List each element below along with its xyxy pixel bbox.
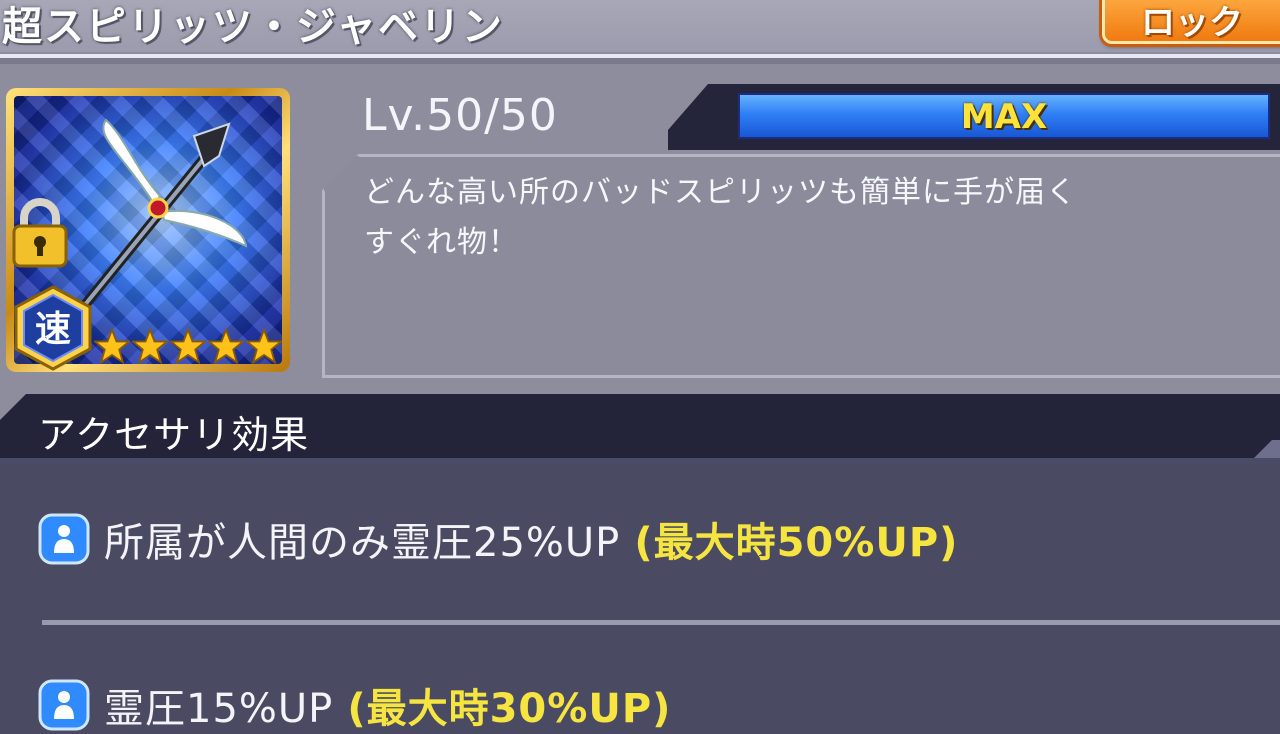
speed-badge: 速 — [14, 285, 92, 371]
description-line: すぐれ物！ — [364, 225, 519, 260]
effect-row: 所属が人間のみ霊圧25%UP (最大時50%UP) — [38, 510, 958, 568]
speed-badge-label: 速 — [35, 309, 71, 350]
level-label: Lv.50/50 — [362, 90, 558, 141]
padlock-icon — [12, 198, 68, 268]
description-text: どんな高い所のバッドスピリッツも簡単に手が届く すぐれ物！ — [364, 168, 1224, 268]
lock-button-label: ロック — [1141, 3, 1243, 43]
rarity-stars — [94, 326, 282, 372]
star-icon — [94, 327, 130, 365]
star-icon — [132, 327, 168, 365]
level-bar: MAX — [738, 93, 1270, 139]
effect-row: 霊圧15%UP (最大時30%UP) — [38, 676, 671, 734]
level-bar-label: MAX — [960, 97, 1048, 137]
effect-divider — [42, 620, 1280, 625]
description-line: どんな高い所のバッドスピリッツも簡単に手が届く — [364, 175, 1077, 210]
lock-button[interactable]: ロック — [1102, 0, 1280, 44]
star-icon — [246, 327, 282, 365]
star-icon — [170, 327, 206, 365]
star-icon — [208, 327, 244, 365]
effects-title: アクセサリ効果 — [38, 413, 310, 457]
effect-text: 所属が人間のみ霊圧25%UP — [104, 520, 621, 566]
title-divider-shadow — [0, 58, 1280, 64]
person-icon — [38, 679, 90, 731]
title-bar: 超スピリッツ・ジャベリン ロック — [0, 0, 1280, 52]
effect-max-text: (最大時30%UP) — [347, 686, 672, 732]
person-icon — [38, 513, 90, 565]
item-name: 超スピリッツ・ジャベリン — [2, 4, 504, 50]
effect-max-text: (最大時50%UP) — [634, 520, 959, 566]
effect-text: 霊圧15%UP — [104, 686, 334, 732]
